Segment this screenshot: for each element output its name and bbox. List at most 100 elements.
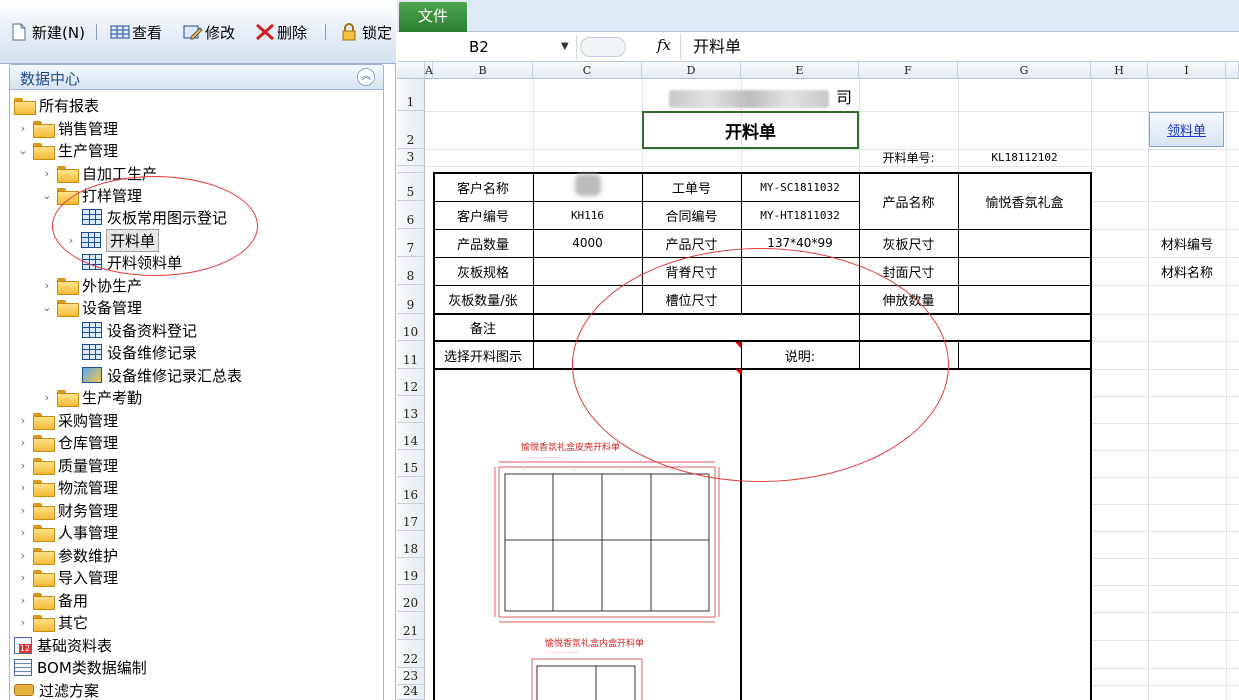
row-header[interactable]: 13 bbox=[397, 396, 425, 423]
delete-button[interactable]: 删除 bbox=[255, 20, 307, 44]
function-icon[interactable]: fx bbox=[657, 36, 671, 54]
column-header[interactable]: C bbox=[533, 62, 642, 79]
chevron-right-icon[interactable]: › bbox=[18, 616, 28, 629]
tree-item-production[interactable]: ⌄ 生产管理 bbox=[18, 139, 118, 161]
chevron-right-icon[interactable]: › bbox=[18, 526, 28, 539]
name-box[interactable]: B2 bbox=[405, 35, 577, 59]
row-header[interactable]: 5 bbox=[397, 173, 425, 201]
chevron-right-icon[interactable]: › bbox=[18, 414, 28, 427]
row-header[interactable]: 17 bbox=[397, 504, 425, 531]
tree-item-sales[interactable]: › 销售管理 bbox=[18, 117, 118, 139]
chevron-right-icon[interactable]: › bbox=[18, 594, 28, 607]
tree-item-finance[interactable]: › 财务管理 bbox=[18, 499, 118, 521]
contract-no-value[interactable]: MY-HT1811032 bbox=[741, 201, 859, 229]
column-header[interactable]: F bbox=[859, 62, 958, 79]
chevron-right-icon[interactable]: › bbox=[18, 571, 28, 584]
row-header[interactable]: 22 bbox=[397, 640, 425, 668]
tree-item-purchase[interactable]: › 采购管理 bbox=[18, 409, 118, 431]
formula-input[interactable]: 开料单 bbox=[693, 35, 741, 59]
product-name-value[interactable]: 愉悦香氛礼盒 bbox=[958, 173, 1091, 229]
row-header[interactable]: 2 bbox=[397, 111, 425, 149]
tree-item-import[interactable]: › 导入管理 bbox=[18, 566, 118, 588]
tree-item-warehouse[interactable]: › 仓库管理 bbox=[18, 431, 118, 453]
tree-item-attendance[interactable]: › 生产考勤 bbox=[42, 386, 142, 408]
row-header[interactable]: 21 bbox=[397, 612, 425, 640]
tree-item-cutting-sheet[interactable]: › 开料单 bbox=[66, 228, 160, 252]
row-header[interactable]: 23 bbox=[397, 668, 425, 685]
tree-item-equipment[interactable]: ⌄ 设备管理 bbox=[42, 296, 142, 318]
row-header[interactable]: 3 bbox=[397, 149, 425, 166]
row-header[interactable]: 24 bbox=[397, 684, 425, 700]
column-header[interactable]: D bbox=[642, 62, 741, 79]
tree-item-other[interactable]: › 其它 bbox=[18, 611, 88, 633]
chevron-right-icon[interactable]: › bbox=[18, 549, 28, 562]
row-header[interactable]: 10 bbox=[397, 314, 425, 341]
tree-item-self-production[interactable]: › 自加工生产 bbox=[42, 162, 157, 184]
chevron-right-icon[interactable]: › bbox=[18, 481, 28, 494]
row-header[interactable]: 1 bbox=[397, 79, 425, 111]
chevron-right-icon[interactable]: › bbox=[18, 436, 28, 449]
select-all-corner[interactable] bbox=[397, 62, 425, 79]
lock-button[interactable]: 锁定 bbox=[340, 20, 392, 44]
tree-item-bom[interactable]: BOM类数据编制 bbox=[14, 656, 147, 678]
tree-item-quality[interactable]: › 质量管理 bbox=[18, 454, 118, 476]
tree-item-equip-repair-summary[interactable]: 设备维修记录汇总表 bbox=[82, 364, 242, 386]
chevron-right-icon[interactable]: › bbox=[18, 459, 28, 472]
row-header[interactable]: 6 bbox=[397, 201, 425, 229]
formula-bar-toggle[interactable] bbox=[580, 37, 626, 57]
tree-item-equip-repair[interactable]: 设备维修记录 bbox=[82, 341, 197, 363]
view-button[interactable]: 查看 bbox=[110, 20, 162, 44]
row-header[interactable]: 19 bbox=[397, 558, 425, 585]
order-no-value[interactable]: KL18112102 bbox=[958, 149, 1091, 166]
work-order-value[interactable]: MY-SC1811032 bbox=[741, 173, 859, 201]
tree-item-hr[interactable]: › 人事管理 bbox=[18, 521, 118, 543]
row-header[interactable]: 15 bbox=[397, 450, 425, 477]
column-header[interactable]: A bbox=[425, 62, 433, 79]
column-header[interactable]: E bbox=[741, 62, 859, 79]
chevron-right-icon[interactable]: › bbox=[66, 234, 76, 247]
column-header[interactable]: I bbox=[1148, 62, 1226, 79]
row-header[interactable]: 7 bbox=[397, 229, 425, 257]
chevron-right-icon[interactable]: › bbox=[18, 122, 28, 135]
row-header[interactable] bbox=[397, 166, 425, 173]
dropdown-arrow-icon[interactable]: ▼ bbox=[561, 35, 569, 59]
column-header[interactable]: H bbox=[1091, 62, 1148, 79]
tree-item-params[interactable]: › 参数维护 bbox=[18, 544, 118, 566]
tree-item-sampling-chart[interactable]: 灰板常用图示登记 bbox=[82, 206, 227, 228]
row-header[interactable]: 14 bbox=[397, 423, 425, 450]
worksheet[interactable]: A B C D E F G H I 1 2 3 5 6 7 8 9 10 11 … bbox=[397, 62, 1239, 700]
row-header[interactable]: 11 bbox=[397, 341, 425, 369]
tree-item-filter[interactable]: 过滤方案 bbox=[14, 679, 99, 700]
quantity-value[interactable]: 4000 bbox=[533, 229, 642, 257]
chevron-down-icon[interactable]: ⌄ bbox=[42, 189, 52, 202]
tree-item-equip-register[interactable]: 设备资料登记 bbox=[82, 319, 197, 341]
column-header[interactable]: G bbox=[958, 62, 1091, 79]
double-chevron-up-icon[interactable]: ︽ bbox=[357, 68, 375, 86]
chevron-right-icon[interactable]: › bbox=[42, 167, 52, 180]
column-header[interactable]: B bbox=[433, 62, 533, 79]
tree-item-cutting-material[interactable]: 开料领料单 bbox=[82, 251, 182, 273]
chevron-right-icon[interactable]: › bbox=[42, 391, 52, 404]
tree-item-spare[interactable]: › 备用 bbox=[18, 589, 88, 611]
product-size-value[interactable]: 137*40*99 bbox=[741, 229, 859, 257]
chevron-right-icon[interactable]: › bbox=[42, 279, 52, 292]
column-header[interactable] bbox=[1226, 62, 1239, 79]
chevron-down-icon[interactable]: ⌄ bbox=[18, 144, 28, 157]
chevron-down-icon[interactable]: ⌄ bbox=[42, 301, 52, 314]
tree-item-sampling[interactable]: ⌄ 打样管理 bbox=[42, 184, 142, 206]
chevron-right-icon[interactable]: › bbox=[18, 504, 28, 517]
customer-no-value[interactable]: KH116 bbox=[533, 201, 642, 229]
cutting-diagram-image[interactable]: 愉悦香氛礼盒皮壳开料单 ·· ···· · ··· ··· ···· ··· ·… bbox=[437, 372, 737, 700]
file-tab[interactable]: 文件 bbox=[399, 2, 467, 32]
row-header[interactable]: 18 bbox=[397, 531, 425, 558]
tree-item-logistics[interactable]: › 物流管理 bbox=[18, 476, 118, 498]
tree-item-outsourcing[interactable]: › 外协生产 bbox=[42, 274, 142, 296]
row-header[interactable]: 9 bbox=[397, 285, 425, 314]
row-header[interactable]: 12 bbox=[397, 369, 425, 396]
tree-item-root[interactable]: 所有报表 bbox=[14, 94, 99, 116]
new-button[interactable]: 新建(N) bbox=[10, 20, 85, 44]
material-requisition-button[interactable]: 领料单 bbox=[1149, 112, 1224, 147]
tree-item-basic-report[interactable]: 基础资料表 bbox=[14, 634, 112, 656]
row-header[interactable]: 8 bbox=[397, 257, 425, 285]
edit-button[interactable]: 修改 bbox=[183, 20, 235, 44]
